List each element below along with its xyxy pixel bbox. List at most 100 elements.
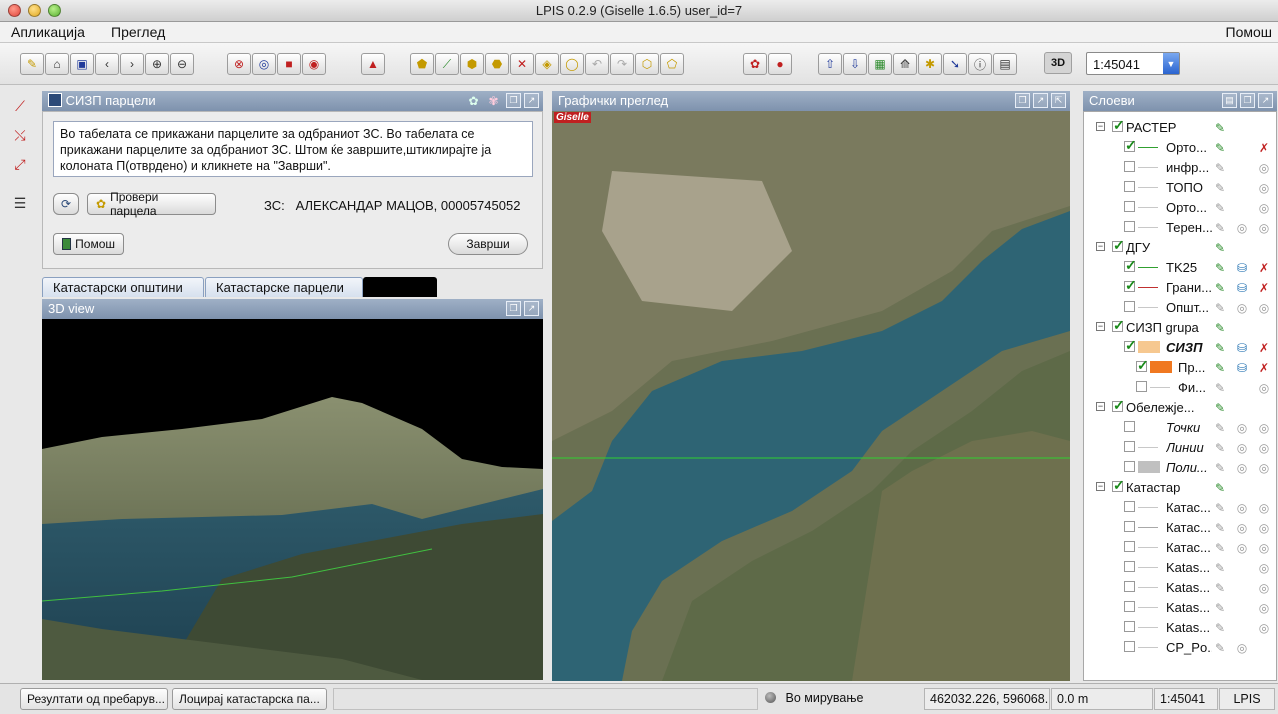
remove-layer-icon[interactable]: ✗	[1256, 340, 1272, 356]
layer-option-icon[interactable]: ◎	[1234, 500, 1250, 516]
layer-option-icon[interactable]: ◎	[1234, 420, 1250, 436]
edit-layer-icon[interactable]: ✎	[1212, 360, 1228, 376]
layer-option-icon[interactable]: ◎	[1256, 380, 1272, 396]
download-icon[interactable]: ⇩	[843, 53, 867, 75]
layer-option-icon[interactable]: ◎	[1256, 220, 1272, 236]
polygon-union-icon[interactable]: ⬡	[635, 53, 659, 75]
info-icon[interactable]: ⓘ	[968, 53, 992, 75]
detach-panel-icon[interactable]: ↗	[524, 93, 539, 108]
identify-icon[interactable]: ◉	[302, 53, 326, 75]
layer-row[interactable]: Katas... ✎ ◎	[1084, 598, 1276, 618]
finish-button[interactable]: Заврши	[448, 233, 528, 255]
layer-option-icon[interactable]: ◎	[1256, 620, 1272, 636]
layer-row[interactable]: Катас... ✎ ◎ ◎	[1084, 518, 1276, 538]
edit-layer-disabled-icon[interactable]: ✎	[1212, 620, 1228, 636]
layer-row[interactable]: TK25 ✎ ⛁ ✗	[1084, 257, 1276, 278]
detach-panel-icon[interactable]: ↗	[1258, 93, 1273, 108]
pdf-export-icon[interactable]: ▲	[361, 53, 385, 75]
edit-layer-icon[interactable]: ✎	[1212, 400, 1228, 416]
upload-icon[interactable]: ⇧	[818, 53, 842, 75]
layer-visibility-checkbox[interactable]	[1124, 441, 1135, 452]
map-view[interactable]: Giselle	[552, 111, 1070, 681]
tab-cadastral-parcels[interactable]: Катастарске парцели	[205, 277, 363, 297]
layer-option-icon[interactable]: ◎	[1234, 300, 1250, 316]
layer-visibility-checkbox[interactable]	[1124, 461, 1135, 472]
redo-icon[interactable]: ↷	[610, 53, 634, 75]
edit-layer-disabled-icon[interactable]: ✎	[1212, 460, 1228, 476]
edit-layer-disabled-icon[interactable]: ✎	[1212, 520, 1228, 536]
layer-visibility-checkbox[interactable]	[1124, 137, 1137, 154]
polygon-merge-icon[interactable]: ◈	[535, 53, 559, 75]
restore-panel-icon[interactable]: ❐	[506, 93, 521, 108]
zoom-box-icon[interactable]: ▣	[70, 53, 94, 75]
layer-row[interactable]: Фи... ✎ ◎	[1084, 378, 1276, 398]
layer-row[interactable]: Katas... ✎ ◎	[1084, 618, 1276, 638]
layer-visibility-checkbox[interactable]	[1124, 581, 1135, 592]
layer-option-icon[interactable]: ◎	[1256, 540, 1272, 556]
layer-visibility-checkbox[interactable]	[1136, 357, 1149, 374]
layer-visibility-checkbox[interactable]	[1112, 317, 1125, 334]
edit-layer-icon[interactable]: ✎	[1212, 320, 1228, 336]
layer-row[interactable]: Катас... ✎ ◎ ◎	[1084, 538, 1276, 558]
task-search-results[interactable]: Резултати од пребарув...	[20, 688, 168, 710]
expand-toggle-icon[interactable]: −	[1096, 242, 1105, 251]
database-icon[interactable]: ⛁	[1234, 340, 1250, 356]
database-icon[interactable]: ⛁	[1234, 260, 1250, 276]
layer-option-icon[interactable]: ◎	[1256, 600, 1272, 616]
layer-option-icon[interactable]: ◎	[1234, 220, 1250, 236]
help-button[interactable]: Помош	[53, 233, 124, 255]
layer-visibility-checkbox[interactable]	[1124, 561, 1135, 572]
layer-group-row[interactable]: − ДГУ ✎	[1084, 237, 1276, 258]
maximize-panel-icon[interactable]: ⇱	[1051, 93, 1066, 108]
refresh-button[interactable]: ⟳	[53, 193, 79, 215]
polygon-draw-icon[interactable]: ⬟	[410, 53, 434, 75]
xy-locate-icon[interactable]: ◎	[252, 53, 276, 75]
layer-visibility-checkbox[interactable]	[1136, 381, 1147, 392]
menu-application[interactable]: Апликација	[11, 24, 85, 40]
edit-layer-icon[interactable]: ✎	[1212, 240, 1228, 256]
layer-row[interactable]: Катас... ✎ ◎ ◎	[1084, 498, 1276, 518]
polygon-reshape-icon[interactable]: ◯	[560, 53, 584, 75]
edit-layer-disabled-icon[interactable]: ✎	[1212, 160, 1228, 176]
edit-layer-icon[interactable]: ✎	[1212, 340, 1228, 356]
layer-option-icon[interactable]: ◎	[1256, 440, 1272, 456]
layer-row[interactable]: Општ... ✎ ◎ ◎	[1084, 298, 1276, 318]
layer-option-icon[interactable]: ◎	[1256, 520, 1272, 536]
restore-panel-icon[interactable]: ❐	[1240, 93, 1255, 108]
detach-panel-icon[interactable]: ↗	[1033, 93, 1048, 108]
layer-row[interactable]: Орто... ✎ ✗	[1084, 137, 1276, 158]
layer-visibility-checkbox[interactable]	[1124, 521, 1135, 532]
edit-layer-disabled-icon[interactable]: ✎	[1212, 540, 1228, 556]
edit-layer-disabled-icon[interactable]: ✎	[1212, 600, 1228, 616]
layer-option-icon[interactable]: ◎	[1234, 640, 1250, 656]
edit-layer-icon[interactable]: ✎	[1212, 120, 1228, 136]
edit-layer-disabled-icon[interactable]: ✎	[1212, 640, 1228, 656]
layer-row[interactable]: инфр... ✎ ◎	[1084, 158, 1276, 178]
list-check-icon[interactable]: ☰	[8, 192, 32, 214]
edit-layer-disabled-icon[interactable]: ✎	[1212, 300, 1228, 316]
polygon-edit-icon[interactable]: ⬢	[460, 53, 484, 75]
select-rect-icon[interactable]: ■	[277, 53, 301, 75]
line-draw-icon[interactable]: ⟋	[435, 53, 459, 75]
remove-layer-icon[interactable]: ✗	[1256, 140, 1272, 156]
menu-view[interactable]: Преглед	[111, 24, 165, 40]
expand-toggle-icon[interactable]: −	[1096, 402, 1105, 411]
database-icon[interactable]: ⛁	[1234, 280, 1250, 296]
remove-layer-icon[interactable]: ✗	[1256, 280, 1272, 296]
layer-visibility-checkbox[interactable]	[1112, 397, 1125, 414]
remove-layer-icon[interactable]: ✗	[1256, 360, 1272, 376]
layer-row[interactable]: Точки ✎ ◎ ◎	[1084, 418, 1276, 438]
layer-option-icon[interactable]: ◎	[1256, 560, 1272, 576]
layer-visibility-checkbox[interactable]	[1112, 237, 1125, 254]
home-icon[interactable]: ⌂	[45, 53, 69, 75]
back-icon[interactable]: ‹	[95, 53, 119, 75]
star-tool-icon[interactable]: ✱	[918, 53, 942, 75]
detach-panel-icon[interactable]: ↗	[524, 301, 539, 316]
layer-row[interactable]: Линии ✎ ◎ ◎	[1084, 438, 1276, 458]
layer-group-row[interactable]: − СИЗП grupa ✎	[1084, 317, 1276, 338]
layer-option-icon[interactable]: ◎	[1256, 160, 1272, 176]
edit-layer-disabled-icon[interactable]: ✎	[1212, 500, 1228, 516]
layer-row[interactable]: Katas... ✎ ◎	[1084, 558, 1276, 578]
expand-toggle-icon[interactable]: −	[1096, 482, 1105, 491]
check-parcel-button[interactable]: ✿ Провери парцела	[87, 190, 216, 218]
